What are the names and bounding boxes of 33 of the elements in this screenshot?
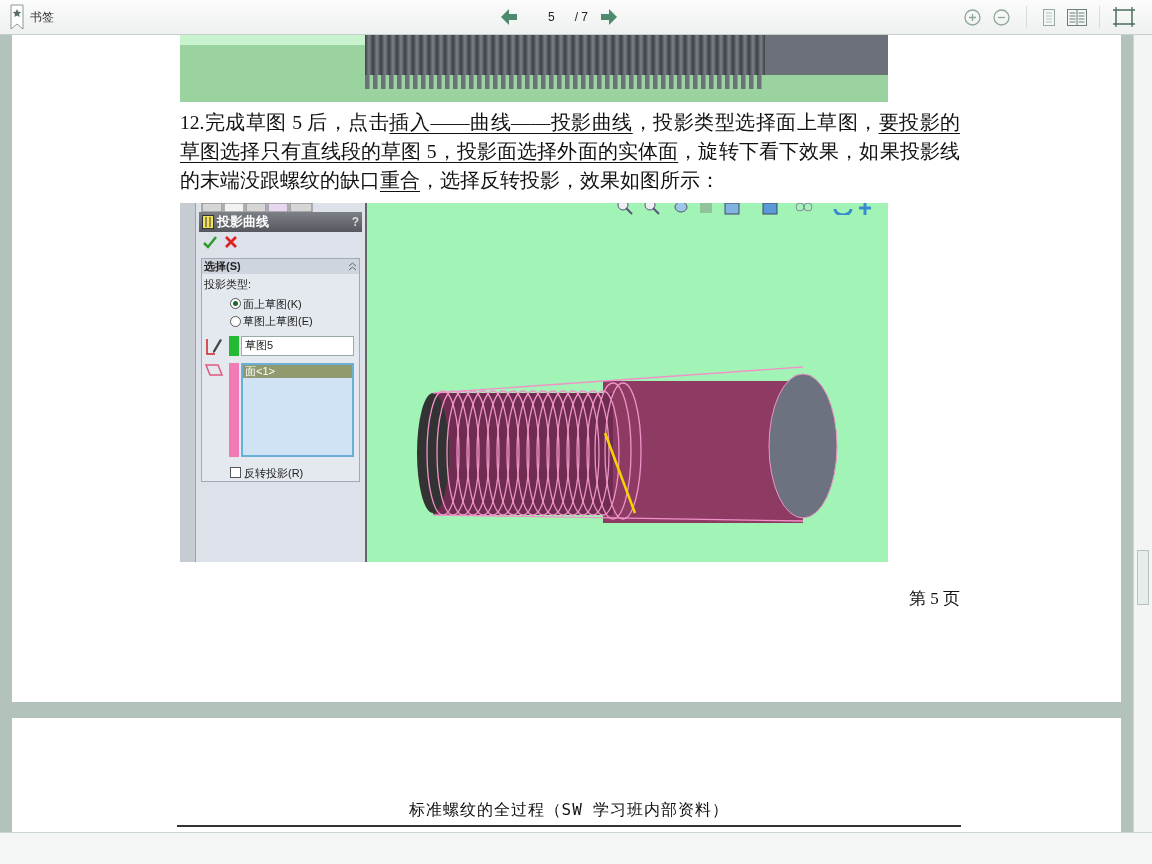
help-button[interactable]: ? <box>351 213 359 231</box>
single-page-icon[interactable] <box>1043 8 1055 26</box>
cancel-x-icon[interactable] <box>225 236 237 248</box>
page-number-field[interactable]: 5 <box>548 8 555 26</box>
panel-title: 投影曲线 <box>217 213 269 232</box>
two-page-icon[interactable] <box>1067 8 1087 26</box>
face-outline-icon <box>204 362 224 377</box>
scroll-thumb[interactable] <box>1137 550 1149 605</box>
radio-button[interactable] <box>230 315 241 327</box>
zoom-in-icon[interactable] <box>964 8 981 26</box>
sketch-field[interactable]: 草图5 <box>241 335 354 356</box>
vertical-scrollbar[interactable] <box>1133 35 1152 832</box>
bookmarks-label[interactable]: 书签 <box>30 8 54 26</box>
page-total: / 7 <box>574 9 589 26</box>
reverse-checkbox[interactable] <box>230 467 241 479</box>
projection-type-label: 投影类型: <box>203 277 253 292</box>
previous-page-arrow-icon[interactable] <box>500 8 518 26</box>
radio-label: 面上草图(K) <box>243 296 302 312</box>
zoom-out-icon[interactable] <box>993 8 1010 26</box>
fit-page-icon[interactable] <box>1112 6 1136 28</box>
bookmark-icon[interactable] <box>10 4 24 30</box>
reverse-label: 反转投影(R) <box>244 465 304 481</box>
instruction-paragraph: 12.完成草图 5 后，点击插入——曲线——投影曲线，投影类型选择面上草图，要投影的草图选择只有直线段的草图 5，投影面选择外面的实体面，旋转下看下效果，如果投影线的末端没跟螺纹的缺口重合，选择反转投影，效果如图所示： <box>180 111 960 193</box>
selection-color-swatch <box>229 335 239 356</box>
ok-checkmark-icon[interactable] <box>203 236 217 249</box>
collapse-chevron-icon[interactable] <box>348 262 357 271</box>
projected-curve-icon <box>202 215 214 229</box>
radio-label: 草图上草图(E) <box>243 314 313 329</box>
page-number-footer: 第 5 页 <box>180 586 960 612</box>
radio-button[interactable] <box>230 298 241 310</box>
section-title: 选择(S) <box>204 259 241 275</box>
page-header-text: 标准螺纹的全过程（SW 学习班内部资料） <box>408 800 730 819</box>
next-page-arrow-icon[interactable] <box>600 8 619 26</box>
